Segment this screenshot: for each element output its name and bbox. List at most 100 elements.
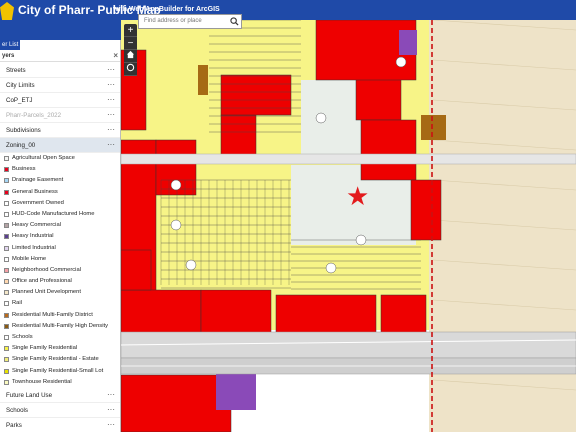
- layer-row[interactable]: City Limits ···: [0, 77, 120, 93]
- zoom-in-button[interactable]: +: [124, 24, 137, 37]
- expand-toggle-icon[interactable]: [0, 392, 4, 399]
- locate-button[interactable]: [124, 63, 137, 76]
- layer-list: Streets ··· City Limits ··· CoP_ETJ ··· Pharr-…: [0, 62, 120, 432]
- expand-toggle-icon[interactable]: [0, 127, 4, 134]
- legend-label: General Business: [12, 188, 58, 195]
- layer-options-icon[interactable]: ···: [107, 417, 115, 432]
- expand-toggle-icon[interactable]: [0, 112, 4, 119]
- zone-business-parcel: [360, 119, 417, 181]
- home-button[interactable]: [124, 50, 137, 63]
- legend-swatch: [4, 189, 9, 195]
- layer-row[interactable]: Streets ···: [0, 62, 120, 78]
- legend-item: Rail: [0, 298, 120, 309]
- locate-icon: [126, 63, 135, 72]
- legend-swatch: [4, 178, 9, 184]
- map-view[interactable]: [121, 20, 576, 432]
- legend-label: Government Owned: [12, 199, 64, 206]
- layer-options-icon[interactable]: ···: [107, 92, 115, 107]
- legend-swatch: [4, 200, 9, 206]
- home-icon: [126, 50, 135, 59]
- layer-label: Subdivisions: [6, 127, 41, 134]
- legend-item: Townhouse Residential: [0, 377, 120, 388]
- zone-business-parcel: [380, 294, 427, 336]
- map-canvas[interactable]: [121, 20, 576, 432]
- layer-row[interactable]: Future Land Use ···: [0, 387, 120, 403]
- legend-label: Planned Unit Development: [12, 289, 81, 296]
- legend-item: Single Family Residential-Small Lot: [0, 366, 120, 377]
- search-input[interactable]: Find address or place: [138, 14, 242, 29]
- legend-item: Mobile Home: [0, 254, 120, 265]
- cul-de-sac: [170, 219, 182, 231]
- legend-swatch: [4, 245, 9, 251]
- search-placeholder: Find address or place: [144, 18, 202, 24]
- legend-item: Residential Multi-Family High Density: [0, 321, 120, 332]
- legend-swatch: [4, 346, 9, 352]
- expand-toggle-icon[interactable]: [0, 67, 4, 74]
- expand-toggle-icon[interactable]: [0, 82, 4, 89]
- legend-swatch: [4, 211, 9, 217]
- map-navigation: + −: [124, 24, 137, 76]
- layer-options-icon[interactable]: ···: [107, 62, 115, 77]
- legend-item: Government Owned: [0, 198, 120, 209]
- expand-toggle-icon[interactable]: [0, 97, 4, 104]
- expand-toggle-icon[interactable]: [0, 142, 4, 149]
- zone-multifamily-parcel: [198, 65, 208, 95]
- legend-label: Townhouse Residential: [12, 378, 72, 385]
- expand-toggle-icon[interactable]: [0, 407, 4, 414]
- layer-label: Future Land Use: [6, 391, 53, 399]
- search-icon[interactable]: [230, 17, 239, 26]
- layer-label: CoP_ETJ: [6, 97, 33, 104]
- app-subtitle: with Web AppBuilder for ArcGIS: [113, 6, 220, 13]
- layer-label: Parks: [6, 421, 22, 429]
- layer-options-icon[interactable]: ···: [107, 122, 115, 137]
- legend-swatch: [4, 301, 9, 307]
- layer-label: Streets: [6, 67, 26, 74]
- legend-label: Business: [12, 166, 36, 173]
- legend-label: Neighborhood Commercial: [12, 266, 81, 273]
- zone-industrial-parcel: [399, 30, 417, 55]
- layer-row[interactable]: Zoning_00 ···: [0, 137, 120, 153]
- legend-label: Heavy Industrial: [12, 233, 54, 240]
- layer-list-tab[interactable]: er List: [0, 40, 20, 50]
- city-logo-icon: [0, 2, 14, 20]
- cul-de-sac: [315, 112, 327, 124]
- legend-label: Heavy Commercial: [12, 222, 61, 229]
- legend-swatch: [4, 267, 9, 273]
- layer-options-icon[interactable]: ···: [107, 387, 115, 402]
- legend-item: Drainage Easement: [0, 175, 120, 186]
- legend-label: Schools: [12, 334, 33, 340]
- layer-list-panel: er List yers × Streets ··· City Limits ··· C…: [0, 40, 121, 432]
- expand-toggle-icon[interactable]: [0, 422, 4, 429]
- zoom-out-button[interactable]: −: [124, 37, 137, 50]
- legend-item: Residential Multi-Family District: [0, 310, 120, 321]
- close-icon[interactable]: ×: [113, 50, 118, 62]
- legend-item: Heavy Industrial: [0, 231, 120, 242]
- zone-business-parcel: [121, 249, 152, 291]
- legend-label: Residential Multi-Family District: [12, 311, 93, 318]
- legend-item: Neighborhood Commercial: [0, 265, 120, 276]
- cul-de-sac: [170, 179, 182, 191]
- legend-item: HUD-Code Manufactured Home: [0, 209, 120, 220]
- zone-multifamily-parcel: [421, 115, 446, 140]
- legend-swatch: [4, 323, 9, 329]
- legend-label: Agricultural Open Space: [12, 155, 75, 161]
- layer-row[interactable]: Schools ···: [0, 402, 120, 418]
- cul-de-sac: [395, 56, 407, 68]
- layer-row[interactable]: Subdivisions ···: [0, 122, 120, 138]
- layer-row[interactable]: Parks ···: [0, 417, 120, 432]
- layer-row[interactable]: CoP_ETJ ···: [0, 92, 120, 108]
- legend-label: Residential Multi-Family High Density: [12, 322, 108, 329]
- legend-item: Limited Industrial: [0, 243, 120, 254]
- layer-options-icon[interactable]: ···: [107, 402, 115, 417]
- legend-item: General Business: [0, 187, 120, 198]
- layer-row[interactable]: Pharr-Parcels_2022 ···: [0, 107, 120, 123]
- legend-item: Agricultural Open Space: [0, 153, 120, 164]
- zone-business-parcel: [410, 179, 442, 241]
- legend-label: Drainage Easement: [12, 177, 64, 184]
- layer-options-icon[interactable]: ···: [107, 77, 115, 92]
- legend-label: Rail: [12, 300, 22, 307]
- cul-de-sac: [325, 262, 337, 274]
- layer-options-icon[interactable]: ···: [107, 137, 115, 152]
- layer-options-icon[interactable]: ···: [107, 107, 115, 122]
- layer-label: Zoning_00: [6, 142, 36, 149]
